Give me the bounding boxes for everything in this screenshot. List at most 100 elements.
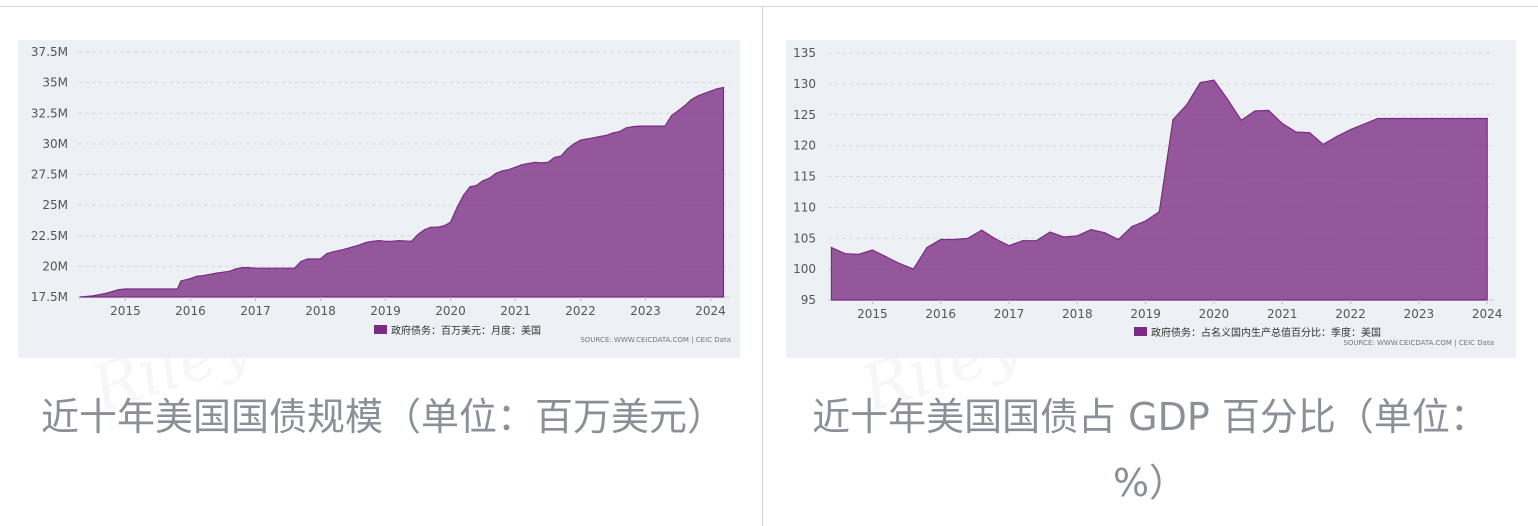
data-point [449, 221, 452, 223]
data-point [1008, 245, 1010, 247]
y-tick-label: 32.5M [31, 106, 68, 120]
x-tick-label: 2016 [175, 304, 206, 318]
data-point [844, 253, 846, 255]
data-point [111, 290, 114, 293]
data-point [1486, 117, 1488, 120]
data-point [202, 275, 205, 277]
data-point [365, 241, 367, 244]
data-point [573, 143, 575, 145]
data-point [670, 115, 673, 117]
data-point [566, 148, 569, 150]
data-point [326, 252, 328, 255]
data-point [235, 268, 237, 270]
data-point [527, 162, 530, 165]
data-point [625, 127, 627, 129]
y-tick-label: 30M [42, 137, 68, 151]
data-point [709, 90, 712, 92]
data-point [644, 125, 647, 127]
x-tick-label: 2019 [1130, 307, 1161, 321]
data-point [514, 166, 517, 168]
data-point [495, 172, 497, 174]
data-point [180, 280, 182, 282]
data-point [157, 288, 159, 290]
y-tick-label: 110 [793, 200, 816, 214]
y-tick-label: 95 [801, 293, 816, 307]
x-tick-label: 2022 [565, 304, 596, 318]
data-point [981, 229, 983, 231]
data-point [1431, 117, 1434, 120]
data-point [1145, 220, 1147, 222]
data-point [1390, 117, 1393, 120]
data-point [1199, 82, 1201, 84]
y-tick-label: 115 [793, 170, 816, 184]
data-point [1268, 109, 1270, 111]
data-point [79, 296, 81, 298]
data-point [1049, 231, 1051, 233]
data-point [1158, 211, 1160, 213]
data-point [1322, 143, 1324, 145]
data-point [1117, 238, 1119, 241]
data-point [1186, 104, 1188, 106]
data-point [521, 164, 523, 166]
data-point [690, 99, 692, 101]
data-point [1295, 131, 1297, 133]
data-point [371, 240, 374, 242]
data-point [1350, 129, 1352, 131]
x-tick-label: 2023 [1404, 307, 1435, 321]
data-point [443, 225, 445, 227]
data-point [170, 288, 172, 290]
data-point [553, 156, 556, 158]
caption-debt-gdp: 近十年美国国债占 GDP 百分比（单位：%） [812, 395, 1488, 505]
area-series [830, 79, 1488, 301]
data-point [1445, 117, 1447, 120]
legend-label: 政府债务：占名义国内生产总值百分比：季度：美国 [1151, 326, 1381, 339]
data-point [858, 253, 860, 255]
x-tick-label: 2017 [994, 307, 1025, 321]
y-tick-label: 22.5M [31, 229, 68, 243]
data-point [293, 267, 296, 269]
data-point [248, 267, 250, 269]
data-point [722, 86, 725, 89]
debt-size-chart: 17.5M 20M 22.5M 25M 27.5M 30M 32.5M 35M 37.5M 201… [31, 45, 731, 344]
x-tick-label: 2019 [370, 304, 401, 318]
data-point [899, 263, 901, 265]
top-rule [0, 6, 1538, 7]
y-tick-label: 17.5M [31, 290, 68, 304]
data-point [1213, 79, 1215, 81]
data-point [410, 240, 413, 242]
data-point [871, 249, 873, 251]
y-tick-label: 120 [793, 139, 816, 153]
caption-debt-size: 近十年美国国债规模（单位：百万美元） [40, 395, 725, 439]
data-point [885, 256, 887, 258]
data-point [176, 288, 179, 290]
y-tick-label: 20M [42, 259, 68, 273]
data-point [423, 229, 426, 231]
data-point [534, 161, 536, 163]
data-point [1404, 117, 1406, 120]
data-point [657, 125, 660, 127]
data-point [124, 288, 127, 290]
legend-label: 政府债务：百万美元：月度：美国 [391, 324, 541, 337]
data-point [1076, 235, 1078, 237]
data-point [436, 226, 439, 228]
x-tick-label: 2022 [1335, 307, 1366, 321]
data-point [664, 125, 666, 127]
data-point [397, 240, 400, 242]
x-tick-label: 2021 [1267, 307, 1298, 321]
data-point [417, 233, 419, 236]
source-credit: SOURCE: WWW.CEICDATA.COM | CEIC Data [580, 336, 731, 344]
data-point [1240, 119, 1242, 121]
data-point [144, 288, 146, 290]
data-point [940, 238, 942, 241]
data-point [1281, 122, 1283, 124]
data-point [547, 161, 549, 163]
data-point [1418, 117, 1420, 120]
data-point [1227, 98, 1229, 100]
y-tick-label: 37.5M [31, 45, 68, 59]
data-point [482, 180, 484, 182]
y-tick-label: 135 [793, 46, 816, 60]
data-point [501, 170, 504, 172]
chart-panel-debt-gdp: 95 100 105 110 115 120 125 130 135 2015 2016 2017 20… [786, 40, 1516, 358]
data-point [651, 125, 653, 127]
x-tick-label: 2017 [240, 304, 271, 318]
